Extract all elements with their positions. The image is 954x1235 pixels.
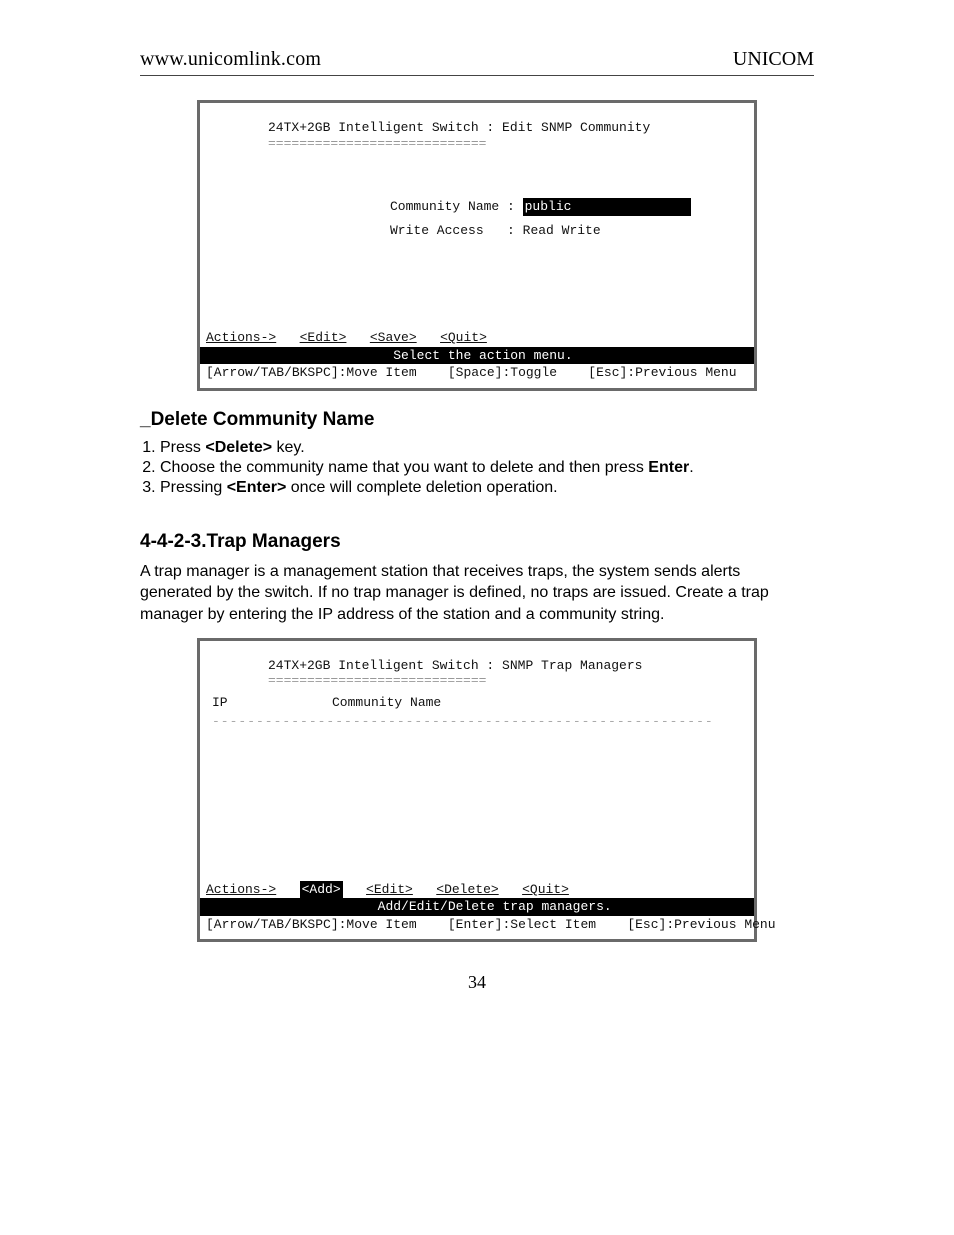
terminal2-actions: Actions-> <Add> <Edit> <Delete> <Quit>	[200, 881, 754, 899]
action-edit: <Edit>	[366, 882, 413, 897]
community-name-value: public	[523, 198, 692, 216]
col-community: Community Name	[332, 694, 441, 712]
hint-prev: [Esc]:Previous Menu	[627, 917, 775, 932]
hint-select: [Enter]:Select Item	[448, 917, 596, 932]
terminal2-empty-list	[200, 731, 754, 871]
hint-prev: [Esc]:Previous Menu	[588, 365, 736, 380]
action-add: <Add>	[300, 881, 343, 899]
step2-text-a: Choose the community name that you want …	[160, 459, 648, 476]
terminal1-bottom-hint: [Arrow/TAB/BKSPC]:Move Item [Space]:Togg…	[200, 364, 754, 388]
step1-text-c: key.	[272, 439, 305, 456]
terminal2-bottom-hint: [Arrow/TAB/BKSPC]:Move Item [Enter]:Sele…	[200, 916, 754, 940]
actions-label: Actions->	[206, 330, 276, 345]
field-sep: :	[499, 198, 522, 216]
actions-label: Actions->	[206, 882, 276, 897]
step2-key: Enter	[648, 459, 689, 476]
field-community-name: Community Name : public	[390, 198, 754, 216]
terminal2-list-header: IP Community Name	[200, 690, 754, 714]
header-brand: UNICOM	[733, 48, 814, 71]
heading-trap-managers: 4-4-2-3.Trap Managers	[140, 531, 814, 553]
hint-toggle: [Space]:Toggle	[448, 365, 557, 380]
terminal2-underline: ============================	[200, 672, 754, 690]
action-edit: <Edit>	[300, 330, 347, 345]
action-quit: <Quit>	[440, 330, 487, 345]
delete-steps: Press <Delete> key. Choose the community…	[140, 439, 814, 497]
page-number: 34	[140, 972, 814, 993]
action-delete: <Delete>	[436, 882, 498, 897]
action-save: <Save>	[370, 330, 417, 345]
write-access-label: Write Access	[390, 222, 484, 240]
field-sep: :	[484, 222, 523, 240]
delete-step-1: Press <Delete> key.	[160, 439, 814, 457]
community-name-label: Community Name	[390, 198, 499, 216]
step3-text-a: Pressing	[160, 479, 227, 496]
field-write-access: Write Access : Read Write	[390, 222, 754, 240]
header-url: www.unicomlink.com	[140, 48, 321, 71]
delete-step-2: Choose the community name that you want …	[160, 459, 814, 477]
terminal1-underline: ============================	[200, 135, 754, 153]
trap-managers-paragraph: A trap manager is a management station t…	[140, 561, 814, 626]
step2-text-c: .	[689, 459, 693, 476]
terminal1-status-text: Select the action menu.	[393, 348, 572, 363]
hint-move: [Arrow/TAB/BKSPC]:Move Item	[206, 917, 417, 932]
terminal1-fields: Community Name : public Write Access : R…	[200, 198, 754, 239]
step1-key: <Delete>	[205, 439, 272, 456]
step1-text-a: Press	[160, 439, 205, 456]
terminal2-separator: ----------------------------------------…	[200, 713, 754, 731]
step3-key: <Enter>	[227, 479, 287, 496]
terminal1-status-bar: Select the action menu.	[200, 347, 754, 365]
step3-text-c: once will complete deletion operation.	[286, 479, 557, 496]
action-quit: <Quit>	[522, 882, 569, 897]
terminal2-status-bar: Add/Edit/Delete trap managers.	[200, 898, 754, 916]
delete-step-3: Pressing <Enter> once will complete dele…	[160, 479, 814, 497]
col-ip: IP	[212, 694, 332, 712]
terminal-snmp-trap-managers: 24TX+2GB Intelligent Switch : SNMP Trap …	[197, 638, 757, 943]
terminal1-actions: Actions-> <Edit> <Save> <Quit>	[200, 329, 754, 347]
write-access-value: Read Write	[523, 222, 601, 240]
hint-move: [Arrow/TAB/BKSPC]:Move Item	[206, 365, 417, 380]
terminal2-status-text: Add/Edit/Delete trap managers.	[378, 899, 612, 914]
page-header: www.unicomlink.com UNICOM	[0, 48, 954, 75]
heading-delete-community: _Delete Community Name	[140, 409, 814, 431]
terminal-edit-snmp-community: 24TX+2GB Intelligent Switch : Edit SNMP …	[197, 100, 757, 391]
